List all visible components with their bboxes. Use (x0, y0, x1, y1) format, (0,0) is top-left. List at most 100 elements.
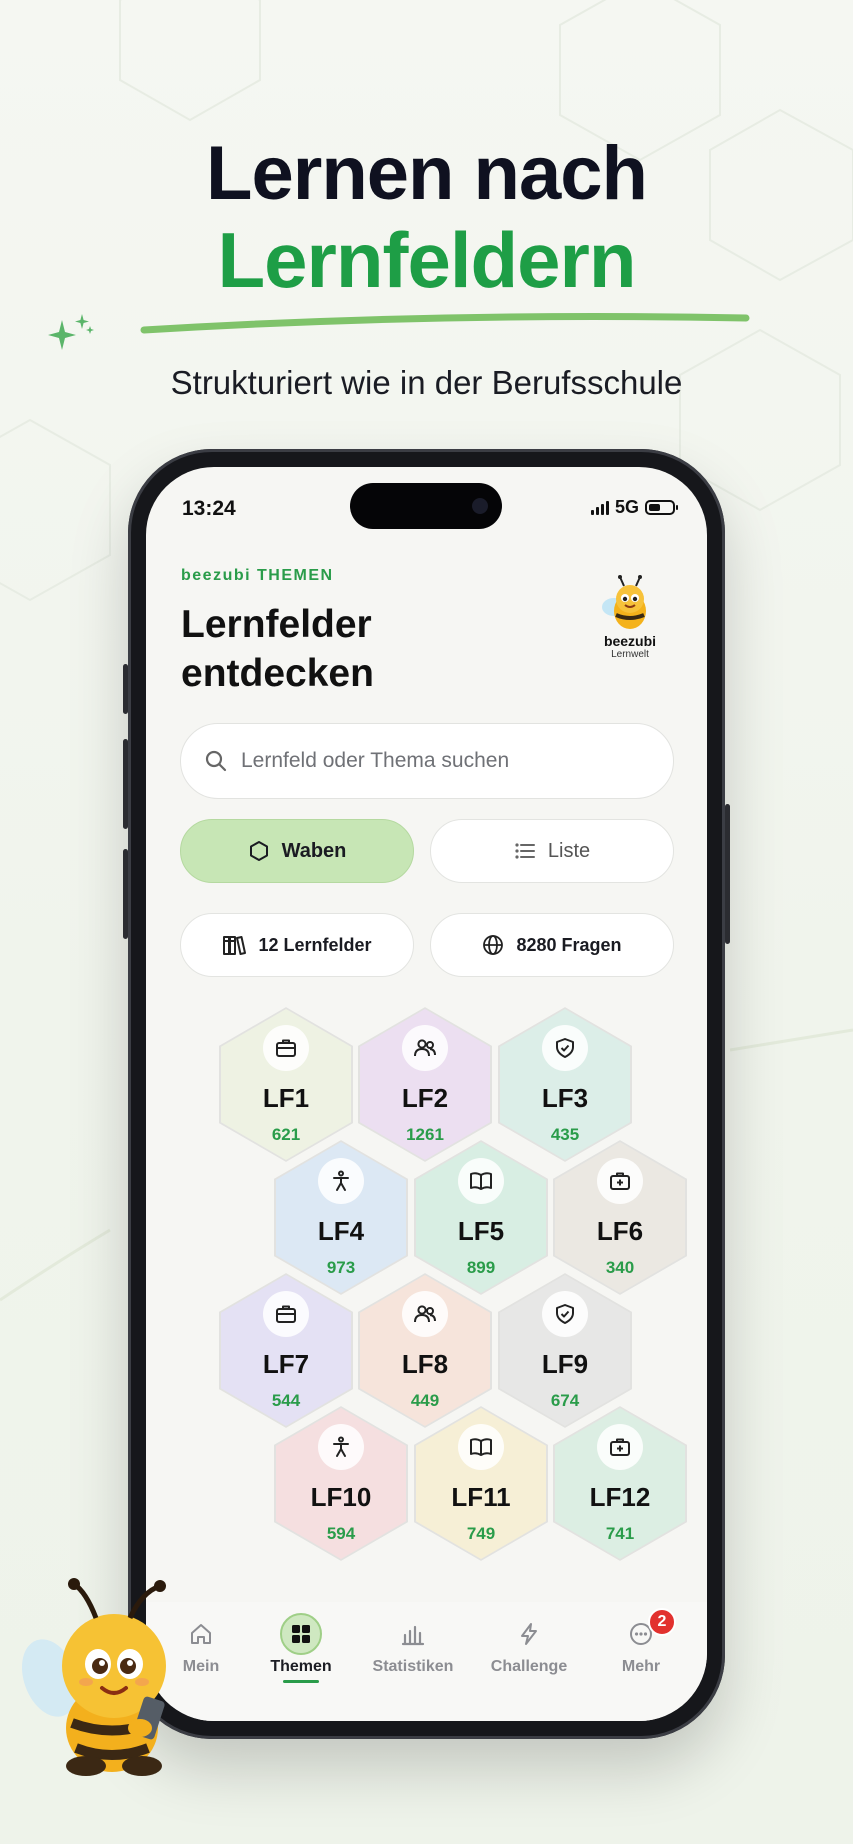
field-hex-lf1[interactable]: LF1 621 (219, 1007, 353, 1162)
brand-logo[interactable]: beezubi Lernwelt (594, 575, 666, 671)
signal-icon (590, 500, 609, 515)
shield-icon (542, 1291, 588, 1337)
book-icon (458, 1158, 504, 1204)
field-hex-lf5[interactable]: LF5 899 (414, 1140, 548, 1295)
field-count: 749 (466, 1524, 496, 1543)
section-eyebrow: beezubi THEMEN (181, 567, 334, 584)
nav-label: Mehr (621, 1658, 661, 1675)
field-label: LF6 (596, 1216, 644, 1246)
field-label: LF4 (317, 1216, 365, 1246)
notification-badge: 2 (648, 1608, 676, 1636)
field-hex-lf3[interactable]: LF3 435 (498, 1007, 632, 1162)
field-count: 435 (550, 1125, 580, 1144)
search-bar[interactable] (180, 723, 674, 799)
nav-item-statistiken[interactable]: Statistiken (358, 1612, 468, 1676)
stat-questions-label: 8280 Fragen (516, 934, 622, 955)
field-hex-lf7[interactable]: LF7 544 (219, 1273, 353, 1428)
briefcase-icon (263, 1025, 309, 1071)
field-count: 621 (271, 1125, 301, 1144)
field-label: LF7 (262, 1349, 310, 1379)
users-icon (402, 1291, 448, 1337)
field-count: 899 (466, 1258, 496, 1277)
users-icon (402, 1025, 448, 1071)
nav-label: Themen (270, 1658, 332, 1675)
logo-subtitle: Lernwelt (611, 649, 649, 660)
field-hex-lf6[interactable]: LF6 340 (553, 1140, 687, 1295)
field-hex-lf10[interactable]: LF10 594 (274, 1406, 408, 1561)
field-label: LF5 (457, 1216, 505, 1246)
hero-title-line-2: Lernfeldern (217, 216, 636, 304)
medkit-icon (597, 1158, 643, 1204)
book-icon (458, 1424, 504, 1470)
field-label: LF2 (401, 1083, 449, 1113)
field-hex-lf12[interactable]: LF12 741 (553, 1406, 687, 1561)
nav-item-themen[interactable]: Themen (246, 1612, 356, 1683)
shield-icon (542, 1025, 588, 1071)
field-label: LF12 (589, 1482, 651, 1512)
page-title: Lernfelder entdecken (181, 603, 374, 695)
view-toggle-list-label: Liste (547, 839, 591, 862)
status-time: 13:24 (182, 497, 236, 520)
grid-icon (280, 1613, 322, 1655)
status-indicators: 5G (590, 497, 678, 518)
nav-label: Challenge (490, 1658, 568, 1675)
field-count: 741 (605, 1524, 635, 1543)
view-toggle-hex[interactable]: Waben (180, 819, 414, 883)
globe-icon (483, 935, 504, 955)
person-icon (318, 1158, 364, 1204)
lightning-icon (521, 1623, 537, 1645)
phone-action-button (123, 664, 128, 714)
network-label: 5G (614, 497, 639, 517)
field-hex-lf2[interactable]: LF2 1261 (358, 1007, 492, 1162)
field-hex-lf8[interactable]: LF8 449 (358, 1273, 492, 1428)
field-count: 973 (326, 1258, 356, 1277)
phone-volume-up (123, 739, 128, 829)
dynamic-island (350, 483, 502, 529)
nav-item-mehr[interactable]: 2 Mehr (586, 1608, 696, 1676)
field-label: LF8 (401, 1349, 449, 1379)
field-label: LF11 (451, 1482, 511, 1512)
field-label: LF1 (262, 1083, 310, 1113)
search-icon (205, 750, 227, 772)
view-toggle-list[interactable]: Liste (430, 819, 674, 883)
logo-name: beezubi (603, 633, 657, 649)
list-icon (515, 843, 535, 859)
phone-frame: 13:24 5G beezubi THEMEN Lernfelder entde… (123, 449, 730, 1739)
stat-questions: 8280 Fragen (430, 913, 674, 977)
field-hex-grid: LF1 621 LF2 1261 LF3 435 LF4 973 LF5 899… (146, 1007, 707, 1561)
bee-mascot (21, 1578, 166, 1776)
field-count: 340 (605, 1258, 635, 1277)
nav-item-challenge[interactable]: Challenge (474, 1612, 584, 1676)
field-count: 1261 (406, 1125, 444, 1144)
books-icon (223, 936, 247, 955)
briefcase-icon (263, 1291, 309, 1337)
bottom-nav: Mein Themen Statistiken Challenge 2 Mehr (146, 1602, 707, 1721)
field-label: LF9 (541, 1349, 589, 1379)
field-hex-lf4[interactable]: LF4 973 (274, 1140, 408, 1295)
nav-active-indicator (283, 1680, 319, 1683)
app-screen: 13:24 5G beezubi THEMEN Lernfelder entde… (146, 467, 707, 1721)
bee-logo-icon (602, 575, 646, 629)
hero-title-line-1: Lernen nach (206, 131, 648, 216)
sparkle-icon (48, 314, 94, 350)
bar-chart-icon (401, 1625, 425, 1646)
battery-icon (645, 500, 678, 515)
hexagon-icon (249, 841, 268, 861)
field-count: 594 (326, 1524, 356, 1543)
nav-label: Statistiken (372, 1658, 454, 1675)
hero-underline (140, 313, 750, 334)
search-input[interactable] (241, 749, 621, 773)
phone-volume-down (123, 849, 128, 939)
field-label: LF3 (541, 1083, 589, 1113)
field-hex-lf11[interactable]: LF11 749 (414, 1406, 548, 1561)
field-count: 544 (271, 1391, 301, 1410)
field-label: LF10 (310, 1482, 372, 1512)
home-icon (191, 1624, 211, 1644)
field-count: 674 (550, 1391, 580, 1410)
medkit-icon (597, 1424, 643, 1470)
stat-fields-label: 12 Lernfelder (258, 934, 372, 955)
field-hex-lf9[interactable]: LF9 674 (498, 1273, 632, 1428)
person-icon (318, 1424, 364, 1470)
stat-fields: 12 Lernfelder (180, 913, 414, 977)
hero-subtitle: Strukturiert wie in der Berufsschule (170, 364, 683, 401)
